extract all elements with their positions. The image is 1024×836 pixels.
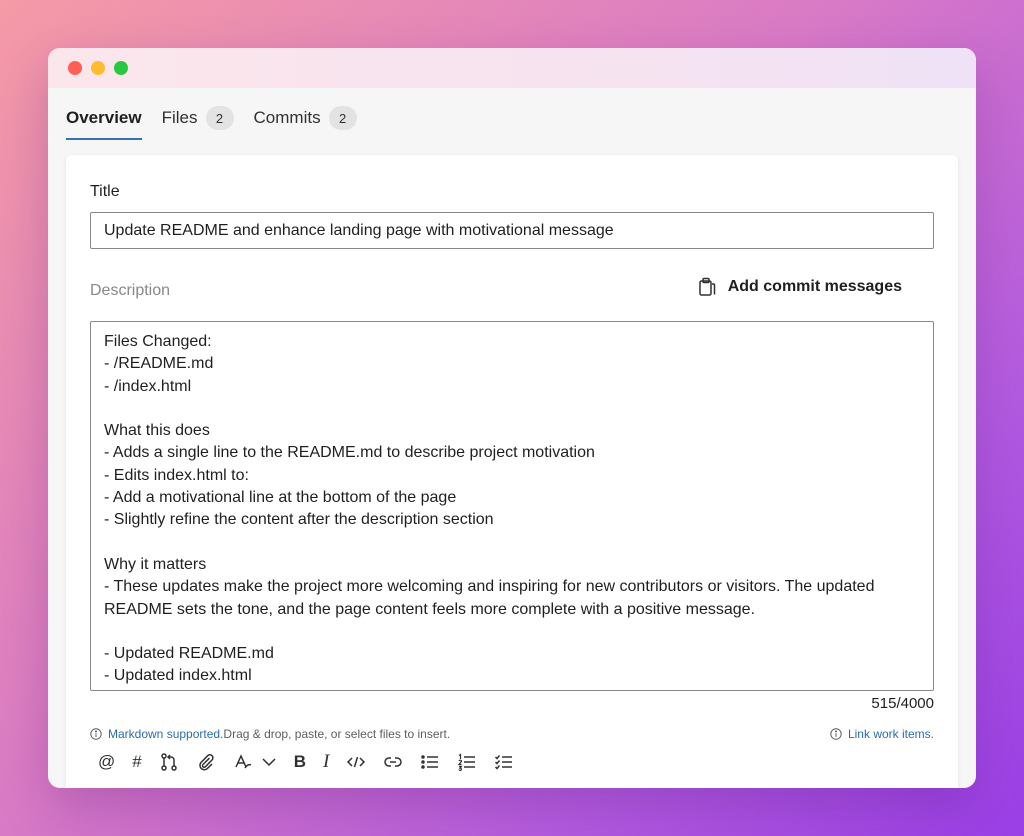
link-work-items-link[interactable]: Link work items.: [848, 727, 934, 741]
tab-commits[interactable]: Commits 2: [254, 98, 357, 138]
tab-bar: Overview Files 2 Commits 2: [66, 98, 377, 140]
link-icon: [384, 757, 403, 767]
drag-drop-hint: Drag & drop, paste, or select files to i…: [223, 727, 451, 741]
tab-overview[interactable]: Overview: [66, 98, 142, 140]
title-bar: [48, 48, 976, 88]
numbered-list-icon: [458, 753, 476, 771]
close-window-button[interactable]: [68, 61, 82, 75]
bold-button[interactable]: B: [294, 747, 306, 777]
add-commit-messages-button[interactable]: Add commit messages: [698, 277, 902, 297]
mention-button[interactable]: @: [98, 747, 115, 777]
tab-commits-label: Commits: [253, 108, 321, 127]
italic-button[interactable]: I: [323, 747, 329, 777]
bulleted-list-icon: [421, 755, 439, 769]
pull-request-form: Title Description Add commit messages Fi…: [66, 155, 958, 788]
description-label: Description: [90, 282, 171, 299]
add-commit-messages-label: Add commit messages: [727, 278, 902, 295]
checklist-icon: [495, 755, 513, 770]
pull-request-button[interactable]: [159, 747, 179, 777]
code-button[interactable]: [346, 747, 366, 777]
markdown-supported-link[interactable]: Markdown supported.: [108, 727, 223, 741]
description-textarea[interactable]: Files Changed: - /README.md - /index.htm…: [90, 321, 934, 691]
minimize-window-button[interactable]: [91, 61, 105, 75]
formatting-toolbar: @ # B I: [98, 747, 531, 777]
work-item-button[interactable]: #: [132, 747, 141, 777]
maximize-window-button[interactable]: [114, 61, 128, 75]
info-icon: [90, 728, 102, 740]
info-icon: [830, 728, 842, 740]
hash-icon: #: [132, 752, 142, 771]
title-input[interactable]: [90, 212, 934, 249]
character-count: 515/4000: [871, 695, 934, 712]
code-icon: [347, 756, 366, 768]
at-icon: @: [98, 752, 116, 771]
numbered-list-button[interactable]: [457, 747, 477, 777]
heading-button[interactable]: [233, 747, 253, 777]
paperclip-icon: [198, 754, 214, 771]
link-work-items: Link work items.: [830, 727, 934, 741]
app-window: Overview Files 2 Commits 2 Title Descrip…: [48, 48, 976, 788]
title-label: Title: [90, 183, 120, 200]
chevron-down-icon: [262, 758, 276, 767]
bold-icon: B: [293, 752, 307, 771]
tab-overview-label: Overview: [66, 108, 142, 127]
checklist-button[interactable]: [494, 747, 514, 777]
heading-dropdown-button[interactable]: [261, 747, 277, 777]
tab-files-label: Files: [161, 108, 198, 127]
commits-count-badge: 2: [328, 106, 357, 130]
bulleted-list-button[interactable]: [420, 747, 440, 777]
text-style-icon: [235, 754, 252, 769]
markdown-hint: Markdown supported. Drag & drop, paste, …: [90, 727, 450, 741]
pull-request-icon: [160, 753, 177, 771]
tab-files[interactable]: Files 2: [162, 98, 234, 138]
clipboard-icon: [698, 277, 715, 296]
attach-button[interactable]: [196, 747, 216, 777]
link-button[interactable]: [383, 747, 403, 777]
italic-icon: I: [323, 751, 330, 772]
files-count-badge: 2: [205, 106, 234, 130]
